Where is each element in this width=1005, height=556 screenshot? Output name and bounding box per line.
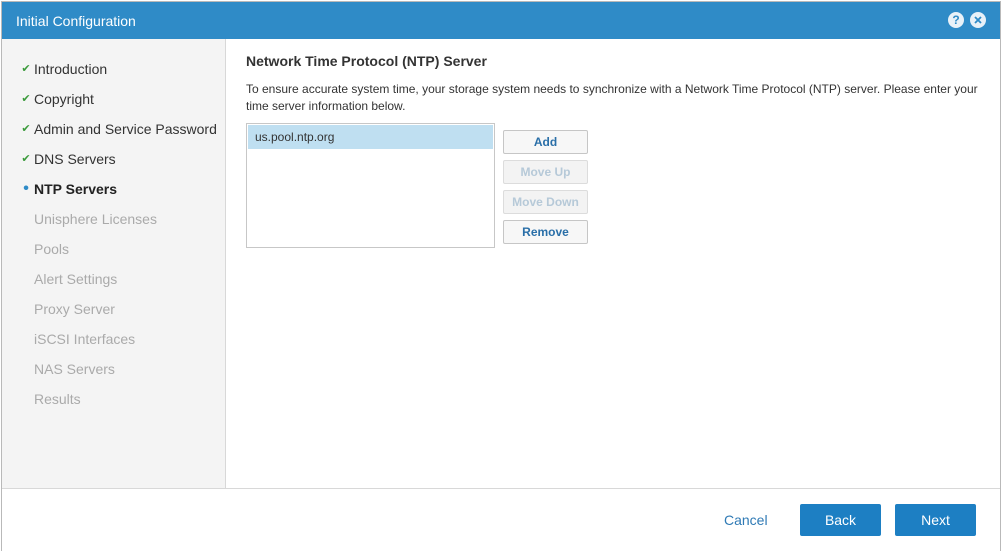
step-label: Copyright xyxy=(34,91,94,107)
step-label: NAS Servers xyxy=(34,361,115,377)
add-button[interactable]: Add xyxy=(503,130,588,154)
step-label: NTP Servers xyxy=(34,181,118,197)
move-down-button[interactable]: Move Down xyxy=(503,190,588,214)
step-label: Results xyxy=(34,391,81,407)
dialog-footer: Cancel Back Next xyxy=(2,488,1000,551)
next-button[interactable]: Next xyxy=(895,504,976,536)
step-alert-settings: Alert Settings xyxy=(2,269,225,289)
step-label: DNS Servers xyxy=(34,151,116,167)
step-dns-servers[interactable]: ✔ DNS Servers xyxy=(2,149,225,169)
step-results: Results xyxy=(2,389,225,409)
remove-button[interactable]: Remove xyxy=(503,220,588,244)
step-ntp-servers[interactable]: • NTP Servers xyxy=(2,179,225,199)
check-icon: ✔ xyxy=(21,63,31,75)
cancel-button[interactable]: Cancel xyxy=(724,512,768,528)
step-unisphere-licenses: Unisphere Licenses xyxy=(2,209,225,229)
page-title: Network Time Protocol (NTP) Server xyxy=(246,53,487,69)
current-step-bullet-icon: • xyxy=(23,180,29,197)
check-icon: ✔ xyxy=(21,93,31,105)
step-admin-password[interactable]: ✔ Admin and Service Password xyxy=(2,119,225,139)
step-label: iSCSI Interfaces xyxy=(34,331,136,347)
step-nas-servers: NAS Servers xyxy=(2,359,225,379)
dialog-titlebar: Initial Configuration ? xyxy=(2,2,1000,39)
ntp-server-list[interactable]: us.pool.ntp.org xyxy=(246,123,495,248)
step-label: Proxy Server xyxy=(34,301,115,317)
ntp-server-item[interactable]: us.pool.ntp.org xyxy=(248,125,493,149)
step-proxy-server: Proxy Server xyxy=(2,299,225,319)
step-introduction[interactable]: ✔ Introduction xyxy=(2,59,225,79)
help-icon[interactable]: ? xyxy=(948,12,964,28)
page-description: To ensure accurate system time, your sto… xyxy=(246,82,978,113)
step-label: Admin and Service Password xyxy=(34,121,217,137)
step-label: Alert Settings xyxy=(34,271,118,287)
step-label: Pools xyxy=(34,241,70,257)
step-pools: Pools xyxy=(2,239,225,259)
dialog-title: Initial Configuration xyxy=(16,13,136,29)
initial-configuration-dialog: Initial Configuration ? ✔ Introduction ✔… xyxy=(1,1,1001,551)
move-up-button[interactable]: Move Up xyxy=(503,160,588,184)
step-label: Unisphere Licenses xyxy=(34,211,157,227)
close-icon[interactable] xyxy=(970,12,986,28)
step-iscsi-interfaces: iSCSI Interfaces xyxy=(2,329,225,349)
step-copyright[interactable]: ✔ Copyright xyxy=(2,89,225,109)
check-icon: ✔ xyxy=(21,153,31,165)
step-label: Introduction xyxy=(34,61,108,77)
check-icon: ✔ xyxy=(21,123,31,135)
wizard-steps-sidebar: ✔ Introduction ✔ Copyright ✔ Admin and S… xyxy=(2,39,226,488)
back-button[interactable]: Back xyxy=(800,504,881,536)
